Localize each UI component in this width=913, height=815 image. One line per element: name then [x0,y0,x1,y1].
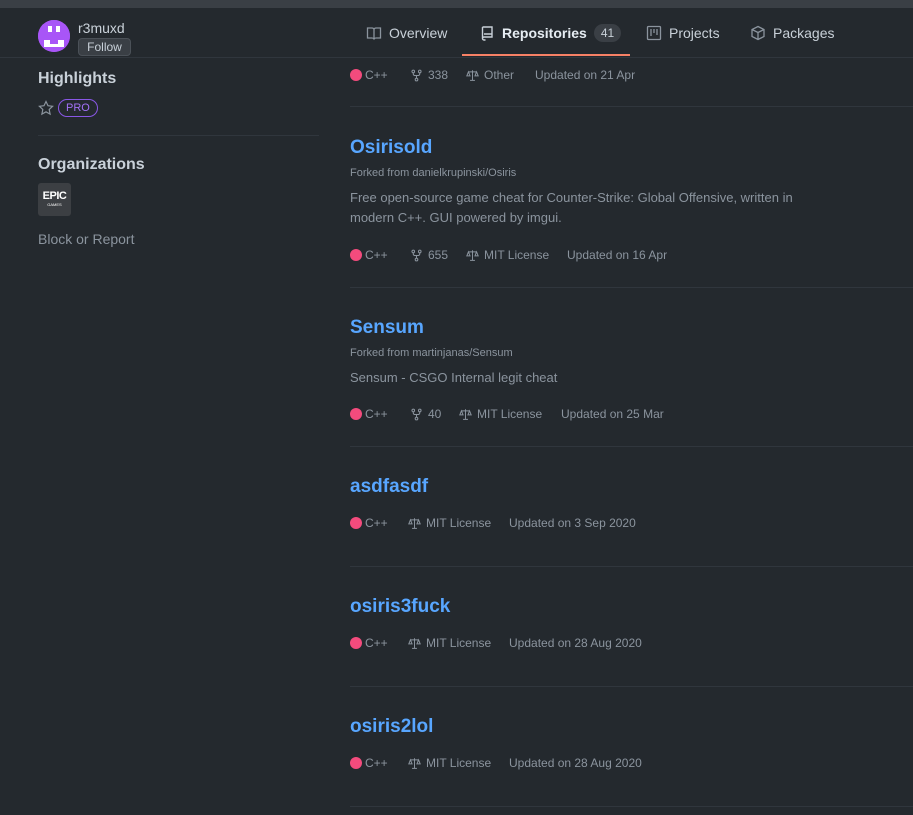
language-color-dot [350,249,362,261]
language-color-dot [350,637,362,649]
repo-license: MIT License [459,406,542,422]
follow-button[interactable]: Follow [78,38,131,56]
profile-header: r3muxd Follow Overview Repositories 41 P… [0,8,913,58]
repo-license: MIT License [408,755,491,771]
law-icon [466,69,479,81]
org-logo-subtext: GAMES [47,202,62,207]
username[interactable]: r3muxd [78,20,125,36]
repo-name-link[interactable]: asdfasdf [350,476,428,498]
language-color-dot [350,517,362,529]
law-icon [466,249,479,261]
language-color-dot [350,757,362,769]
language-color-dot [350,408,362,420]
org-logo-text: EPIC [42,190,67,202]
repo-forks[interactable]: 655 [410,247,448,263]
repo-updated: Updated on 21 Apr [535,68,636,82]
project-icon [646,25,662,41]
highlights-heading: Highlights [38,70,117,87]
language-color-dot [350,69,362,81]
repo-language: C++ [350,515,388,531]
org-epic-games-logo[interactable]: EPIC GAMES [38,183,71,216]
sidebar-divider [38,135,319,136]
repo-language: C++ [350,755,388,771]
law-icon [408,757,421,769]
pro-highlight: PRO [38,99,98,117]
tab-overview[interactable]: Overview [366,8,447,58]
tab-label: Overview [389,25,448,41]
repo-description: Free open-source game cheat for Counter-… [350,190,793,225]
repo-name-link[interactable]: osiris2lol [350,716,433,738]
repo-updated: Updated on 25 Mar [561,407,664,421]
top-strip [0,0,913,8]
repo-count-badge: 41 [593,24,622,42]
repo-divider [350,106,913,107]
repo-license: Other [466,67,514,83]
fork-icon [411,69,422,81]
repo-license: MIT License [408,515,491,531]
repo-language: C++ [350,635,388,651]
star-icon [38,100,54,116]
repo-language: C++ [350,247,388,263]
repo-divider [350,686,913,687]
law-icon [408,517,421,529]
repo-divider [350,446,913,447]
tab-label: Repositories [502,25,587,41]
repo-name-link[interactable]: Osirisold [350,137,432,159]
tab-packages[interactable]: Packages [750,8,834,58]
tab-repositories[interactable]: Repositories 41 [479,8,622,58]
repo-divider [350,806,913,807]
repo-updated: Updated on 28 Aug 2020 [509,756,642,770]
fork-icon [411,249,422,261]
repo-forked-from[interactable]: Forked from martinjanas/Sensum [350,347,513,359]
law-icon [408,637,421,649]
repo-updated: Updated on 3 Sep 2020 [509,516,636,530]
repo-name-link[interactable]: Sensum [350,317,424,339]
tab-label: Projects [669,25,720,41]
repo-forks[interactable]: 338 [410,67,448,83]
block-or-report-link[interactable]: Block or Report [38,231,134,247]
repo-icon [481,26,493,41]
repo-description: Sensum - CSGO Internal legit cheat [350,370,558,385]
repo-forked-from[interactable]: Forked from danielkrupinski/Osiris [350,167,516,179]
package-icon [751,25,765,41]
active-tab-indicator [462,54,630,56]
book-icon [366,27,382,41]
repo-name-link[interactable]: osiris3fuck [350,596,450,618]
repo-language: C++ [350,67,388,83]
repo-updated: Updated on 28 Aug 2020 [509,636,642,650]
avatar[interactable] [38,20,70,52]
repo-updated: Updated on 16 Apr [567,248,668,262]
tab-projects[interactable]: Projects [646,8,720,58]
law-icon [459,408,472,420]
identicon-icon [38,20,70,52]
repo-divider [350,566,913,567]
repo-divider [350,287,913,288]
repo-forks[interactable]: 40 [410,406,441,422]
repo-license: MIT License [466,247,549,263]
tab-label: Packages [773,25,835,41]
pro-badge: PRO [58,99,98,117]
fork-icon [411,408,422,420]
repo-license: MIT License [408,635,491,651]
repo-language: C++ [350,406,388,422]
organizations-heading: Organizations [38,156,145,173]
